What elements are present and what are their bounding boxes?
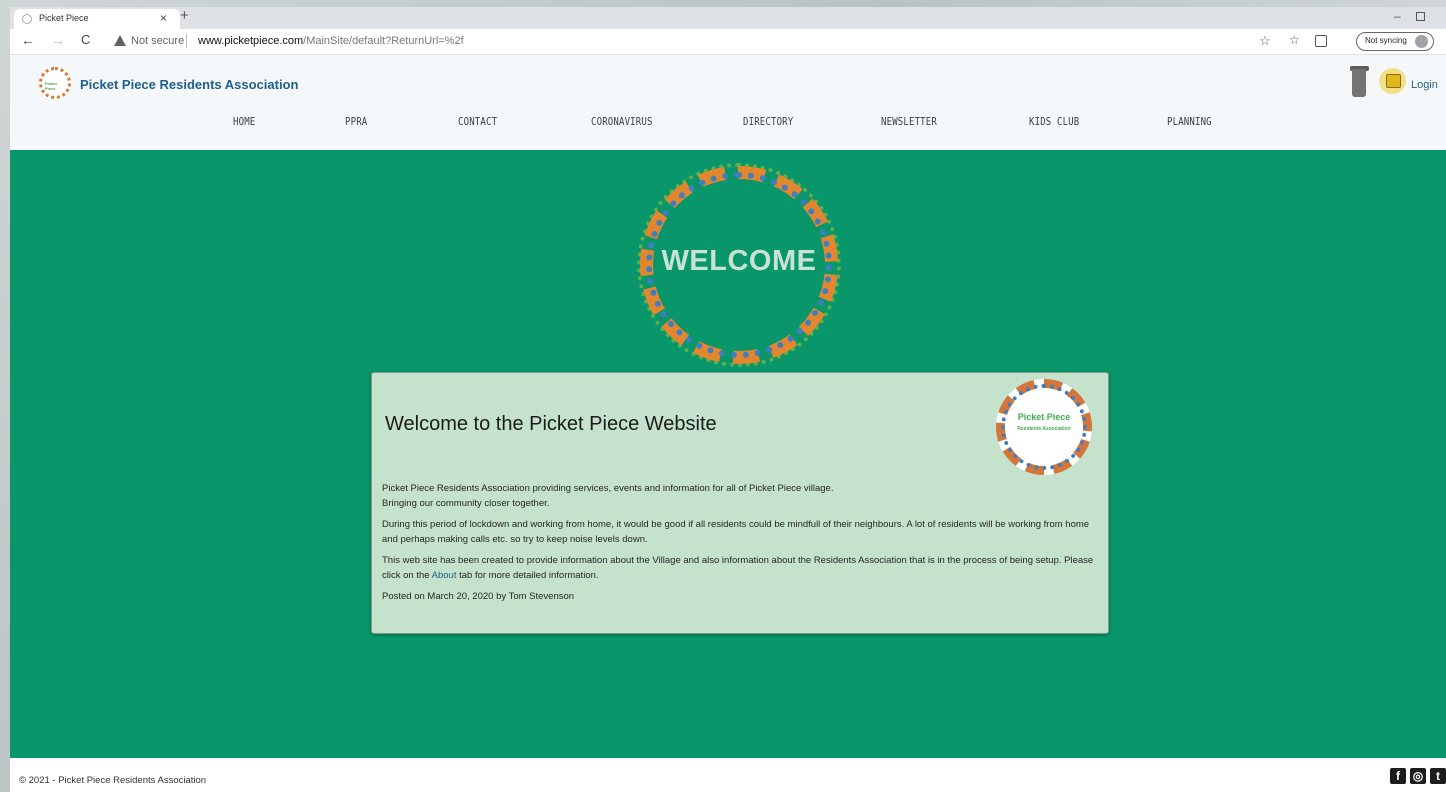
site-logo[interactable]: Picket Piece	[39, 67, 71, 99]
browser-tab[interactable]: Picket Piece ×	[14, 9, 180, 29]
collections-icon[interactable]	[1315, 35, 1327, 47]
copyright-text: © 2021 - Picket Piece Residents Associat…	[19, 775, 207, 786]
facebook-icon[interactable]: f	[1390, 768, 1406, 784]
forward-button[interactable]: →	[51, 32, 65, 48]
nav-contact[interactable]: CONTACT	[458, 115, 497, 128]
profile-sync-button[interactable]: Not syncing	[1356, 32, 1434, 51]
address-separator	[186, 34, 187, 48]
nav-planning[interactable]: PLANNING	[1167, 115, 1212, 128]
site-header: Picket Piece Picket Piece Residents Asso…	[10, 55, 1446, 150]
nav-ppra[interactable]: PPRA	[345, 115, 367, 128]
bus-body-icon	[1386, 74, 1401, 88]
logo-text: Picket Piece	[45, 81, 57, 91]
about-paragraph: This web site has been created to provid…	[382, 553, 1098, 583]
logo-title-text: Picket Piece	[1017, 412, 1071, 422]
nav-home[interactable]: HOME	[233, 115, 255, 128]
favorite-star-icon[interactable]: ☆	[1259, 33, 1271, 49]
card-body: Picket Piece Residents Association provi…	[382, 481, 1098, 610]
address-toolbar: ← → C Not secure www.picketpiece.com/Mai…	[10, 29, 1446, 55]
instagram-icon[interactable]: ◎	[1410, 768, 1426, 784]
login-link[interactable]: Login	[1411, 79, 1438, 91]
twitter-icon[interactable]: t	[1430, 768, 1446, 784]
tab-favicon-icon	[22, 14, 32, 24]
url-path: /MainSite/default?ReturnUrl=%2f	[303, 35, 464, 47]
url-domain: www.picketpiece.com	[198, 35, 304, 47]
nav-newsletter[interactable]: NEWSLETTER	[881, 115, 937, 128]
nav-directory[interactable]: DIRECTORY	[743, 115, 793, 128]
intro-paragraph: Picket Piece Residents Association provi…	[382, 481, 1098, 511]
welcome-card: Welcome to the Picket Piece Website Pick…	[371, 372, 1109, 634]
intro-line-1: Picket Piece Residents Association provi…	[382, 483, 834, 494]
posted-byline: Posted on March 20, 2020 by Tom Stevenso…	[382, 591, 575, 602]
wheelie-bin-icon[interactable]	[1352, 69, 1366, 97]
tab-title: Picket Piece	[39, 13, 89, 23]
lockdown-paragraph: During this period of lockdown and worki…	[382, 519, 1090, 545]
intro-line-2: Bringing our community closer together.	[382, 498, 550, 509]
card-title: Welcome to the Picket Piece Website	[385, 413, 717, 435]
nav-kids-club[interactable]: KIDS CLUB	[1029, 115, 1079, 128]
tab-bar: Picket Piece × + –	[10, 7, 1446, 29]
window-minimize-button[interactable]: –	[1394, 9, 1401, 23]
sync-status-label: Not syncing	[1365, 36, 1407, 45]
back-button[interactable]: ←	[21, 32, 35, 48]
school-bus-icon[interactable]	[1379, 68, 1406, 94]
about-link[interactable]: About	[432, 570, 457, 581]
logo-subtitle-text: Residents Association	[1017, 426, 1071, 432]
warning-icon	[114, 35, 126, 46]
tab-close-icon[interactable]: ×	[160, 11, 167, 25]
new-tab-button[interactable]: +	[180, 7, 189, 24]
window-restore-button[interactable]	[1416, 12, 1425, 21]
browser-window: Picket Piece × + – ← → C Not secure www.…	[10, 7, 1446, 792]
reload-button[interactable]: C	[81, 32, 90, 47]
profile-avatar-icon	[1415, 35, 1428, 48]
welcome-heading: WELCOME	[661, 245, 817, 277]
url-field[interactable]: www.picketpiece.com/MainSite/default?Ret…	[198, 35, 464, 47]
favorites-list-icon[interactable]: ☆	[1289, 33, 1300, 47]
security-indicator[interactable]: Not secure	[131, 35, 184, 47]
site-title-link[interactable]: Picket Piece Residents Association	[80, 77, 298, 92]
main-content: WELCOME Welcome to the Picket Piece Webs…	[10, 150, 1446, 758]
nav-coronavirus[interactable]: CORONAVIRUS	[591, 115, 653, 128]
site-footer: © 2021 - Picket Piece Residents Associat…	[10, 758, 1446, 792]
about-text-after: tab for more detailed information.	[456, 570, 599, 581]
